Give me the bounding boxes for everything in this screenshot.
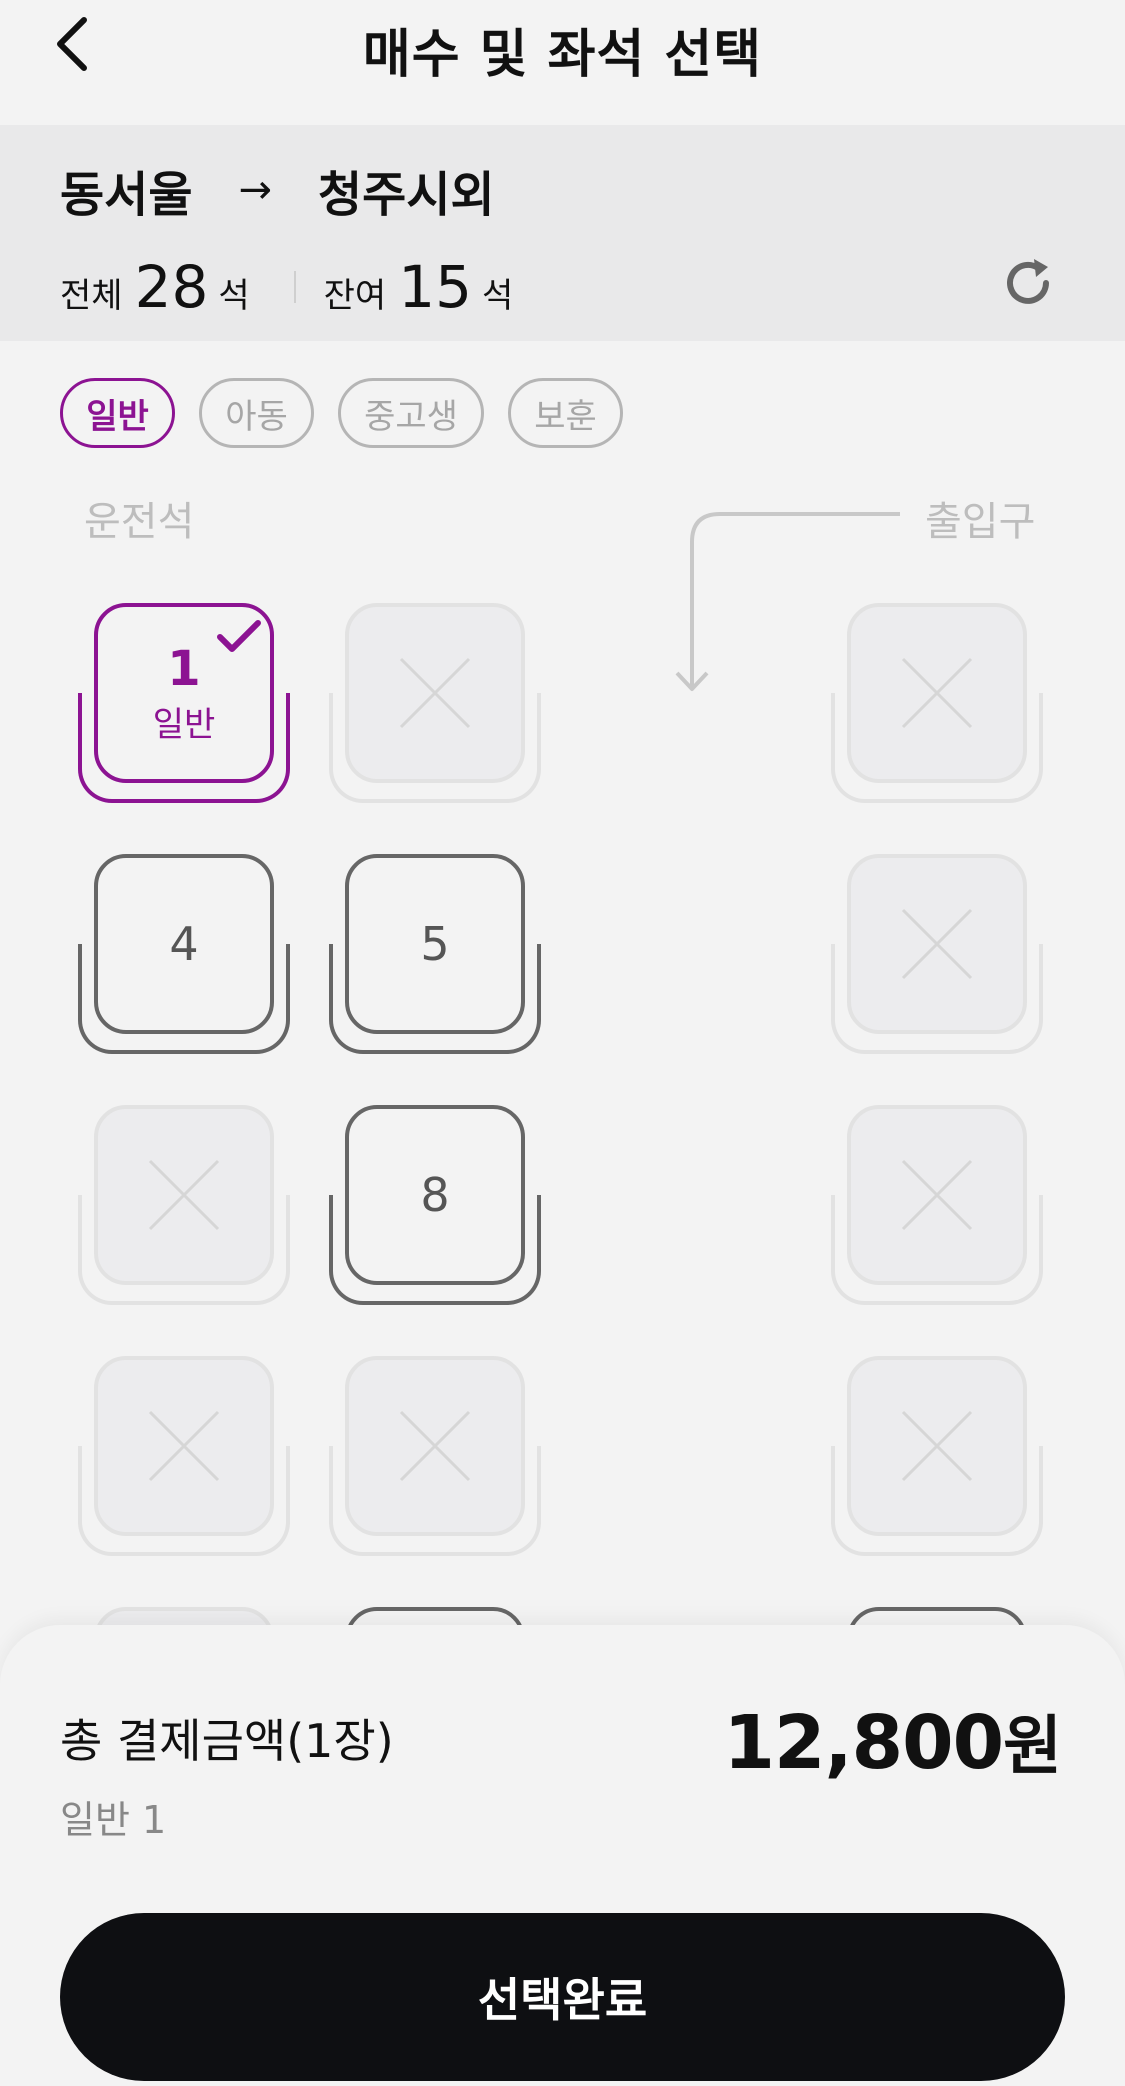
refresh-icon bbox=[1007, 259, 1049, 304]
total-seats-count: 28 bbox=[134, 253, 209, 321]
close-icon bbox=[148, 1410, 220, 1482]
departure-terminal: 동서울 bbox=[60, 167, 193, 223]
header: 매수 및 좌석 선택 bbox=[0, 0, 1125, 125]
seat-number: 5 bbox=[420, 917, 450, 971]
seat-number: 1 bbox=[167, 640, 201, 697]
close-icon bbox=[901, 908, 973, 980]
close-icon bbox=[901, 1159, 973, 1231]
remaining-seats-unit: 석 bbox=[482, 276, 514, 316]
total-payment-label: 총 결제금액(1장) bbox=[60, 1714, 394, 1768]
route-arrow-icon: → bbox=[238, 167, 272, 213]
seat-passenger-type: 일반 bbox=[152, 704, 216, 745]
seat-unavailable bbox=[831, 1105, 1043, 1305]
seat-map: 운전석 출입구 1 일반 4 5 8 bbox=[0, 341, 1125, 1631]
seat-4[interactable]: 4 bbox=[78, 854, 290, 1054]
close-icon bbox=[901, 657, 973, 729]
entrance-label: 출입구 bbox=[925, 499, 1036, 545]
refresh-button[interactable] bbox=[1000, 255, 1056, 311]
seat-unavailable bbox=[78, 1105, 290, 1305]
route-panel: 동서울 → 청주시외 전체 28 석 잔여 15 석 bbox=[0, 125, 1125, 341]
close-icon bbox=[148, 1159, 220, 1231]
seat-unavailable bbox=[831, 854, 1043, 1054]
close-icon bbox=[901, 1410, 973, 1482]
page-title: 매수 및 좌석 선택 bbox=[362, 25, 763, 85]
divider bbox=[293, 271, 296, 303]
seat-5[interactable]: 5 bbox=[329, 854, 541, 1054]
driver-seat-label: 운전석 bbox=[84, 499, 195, 545]
seat-number: 4 bbox=[169, 917, 199, 971]
total-seats-unit: 석 bbox=[218, 276, 250, 316]
seat-unavailable bbox=[329, 1356, 541, 1556]
amount-value: 12,800 bbox=[723, 1700, 1005, 1786]
remaining-seats-count: 15 bbox=[398, 253, 473, 321]
total-seats-label: 전체 bbox=[60, 276, 123, 316]
total-amount: 12,800원 bbox=[723, 1695, 1062, 1787]
seat-unavailable bbox=[78, 1356, 290, 1556]
seat-8[interactable]: 8 bbox=[329, 1105, 541, 1305]
seat-unavailable bbox=[329, 603, 541, 803]
seat-unavailable bbox=[831, 603, 1043, 803]
arrival-terminal: 청주시외 bbox=[318, 167, 495, 223]
currency-unit: 원 bbox=[1003, 1710, 1062, 1784]
payment-summary: 총 결제금액(1장) 일반 1 12,800원 선택완료 bbox=[0, 1625, 1125, 2086]
close-icon bbox=[399, 657, 471, 729]
remaining-seats-label: 잔여 bbox=[323, 276, 387, 316]
ticket-breakdown: 일반 1 bbox=[60, 1798, 167, 1842]
seat-unavailable bbox=[831, 1356, 1043, 1556]
check-icon bbox=[217, 620, 261, 652]
seat-counts: 전체 28 석 잔여 15 석 bbox=[60, 253, 513, 321]
route: 동서울 → 청주시외 bbox=[60, 155, 495, 225]
confirm-selection-button[interactable]: 선택완료 bbox=[60, 1913, 1065, 2081]
seat-1[interactable]: 1 일반 bbox=[78, 603, 290, 803]
seat-number: 8 bbox=[420, 1168, 450, 1222]
close-icon bbox=[399, 1410, 471, 1482]
